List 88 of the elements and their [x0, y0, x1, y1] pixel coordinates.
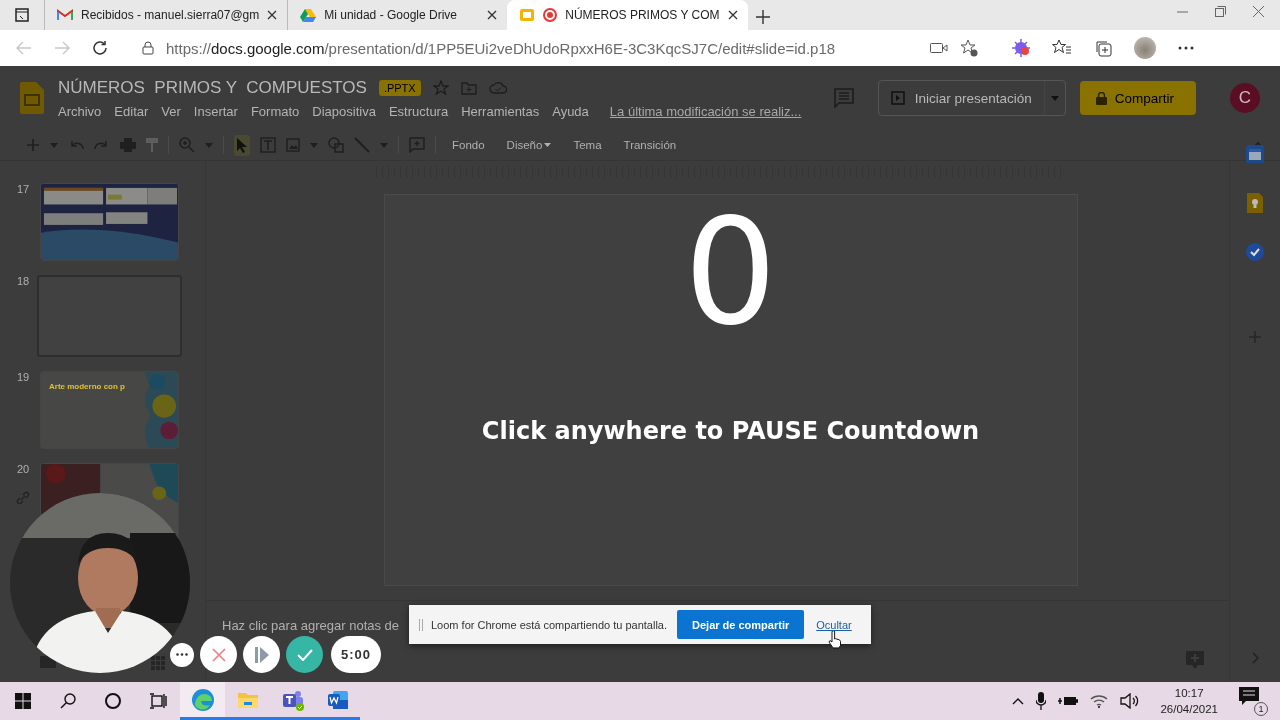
menu-item[interactable]: Estructura — [388, 103, 449, 119]
browser-tab[interactable]: NÚMEROS PRIMOS Y COM — [507, 0, 748, 30]
slide-thumbnail[interactable] — [40, 183, 179, 261]
volume-icon[interactable] — [1120, 693, 1141, 709]
pause-play-icon — [254, 646, 269, 663]
toolbar-button[interactable]: Tema — [567, 139, 608, 151]
taskbar-app[interactable] — [180, 682, 225, 720]
finish-recording-button[interactable] — [286, 636, 323, 673]
sharing-message: Loom for Chrome está compartiendo tu pantalla. — [431, 618, 668, 631]
restore-icon[interactable] — [1215, 5, 1226, 17]
tab-title: Recibidos - manuel.sierra07@gm — [81, 8, 260, 22]
close-icon[interactable] — [267, 10, 278, 20]
close-icon[interactable] — [727, 10, 738, 20]
menu-item[interactable]: Ayuda — [552, 103, 589, 119]
file-type-badge: .PPTX — [378, 79, 421, 96]
mail-icon — [57, 9, 73, 21]
keep-icon[interactable] — [1247, 193, 1263, 213]
cortana-icon[interactable] — [103, 692, 122, 710]
list-view-icon[interactable] — [40, 656, 56, 668]
close-icon — [211, 647, 226, 662]
slide-number: 18 — [16, 275, 30, 287]
favorites-icon[interactable] — [1052, 39, 1072, 57]
tab-title: Mi unidad - Google Drive — [324, 8, 458, 22]
notification-icon[interactable] — [1238, 686, 1260, 706]
notification-count: 1 — [1254, 702, 1268, 716]
more-icon[interactable] — [1178, 46, 1194, 50]
drive-icon — [300, 8, 317, 22]
more-options-button[interactable] — [170, 642, 194, 667]
video-icon[interactable] — [930, 42, 948, 54]
recording-timer: 5:00 — [331, 636, 382, 673]
slides-icon — [519, 7, 536, 23]
start-icon[interactable] — [14, 693, 31, 709]
menu-item[interactable]: Archivo — [58, 103, 102, 119]
toolbar-button[interactable]: Diseño — [500, 139, 558, 151]
slide-number: 19 — [16, 371, 30, 383]
tasks-icon[interactable] — [1246, 243, 1264, 261]
menu-item[interactable]: Diapositiva — [312, 103, 376, 119]
speaker-notes-placeholder[interactable]: Haz clic para agregar notas de — [222, 618, 400, 633]
lock-icon — [1095, 91, 1107, 105]
star-icon[interactable] — [432, 79, 449, 96]
link-icon — [16, 491, 30, 505]
account-avatar[interactable]: C — [1230, 83, 1260, 113]
menu-item[interactable]: Formato — [250, 103, 300, 119]
edge-icon[interactable] — [190, 687, 215, 712]
slide-number: 20 — [16, 463, 30, 475]
document-title[interactable]: NÚMEROS PRIMOS Y COMPUESTOS — [58, 77, 367, 98]
calendar-icon[interactable] — [1246, 145, 1264, 163]
system-clock[interactable]: 10:17 26/04/2021 — [1160, 685, 1218, 717]
window-menu-icon[interactable] — [15, 8, 29, 22]
close-icon[interactable] — [487, 10, 498, 20]
menu-item[interactable]: Insertar — [193, 103, 238, 119]
present-button[interactable]: Iniciar presentación — [877, 80, 1066, 116]
chevron-up-icon[interactable] — [1012, 697, 1025, 705]
search-icon[interactable] — [59, 693, 76, 709]
play-icon — [890, 91, 905, 105]
stop-sharing-button[interactable]: Dejar de compartir — [677, 610, 805, 639]
slide-number: 17 — [16, 183, 30, 195]
toolbar-button[interactable]: Transición — [617, 139, 683, 151]
hide-link[interactable]: Ocultar — [816, 618, 852, 631]
task-view-icon[interactable] — [148, 693, 167, 709]
lock-icon — [142, 41, 154, 55]
wifi-icon[interactable] — [1090, 694, 1109, 708]
countdown-message: Click anywhere to PAUSE Countdown — [481, 417, 980, 445]
collections-icon[interactable] — [1094, 39, 1112, 57]
battery-icon[interactable] — [1058, 694, 1079, 708]
menu-item[interactable]: Ver — [161, 103, 181, 119]
menu-item[interactable]: Editar — [114, 103, 149, 119]
toolbar-button[interactable]: Fondo — [446, 139, 491, 151]
share-button[interactable]: Compartir — [1079, 81, 1196, 115]
pause-recording-button[interactable] — [243, 636, 280, 673]
extension-icon[interactable] — [1012, 39, 1030, 57]
slide-canvas[interactable]: 0 Click anywhere to PAUSE Countdown — [383, 194, 1078, 586]
caret-icon — [1050, 95, 1059, 101]
star-add-icon[interactable] — [960, 39, 978, 57]
countdown-number: 0 — [684, 199, 777, 345]
profile-avatar[interactable] — [1134, 37, 1156, 59]
menu-item[interactable]: Herramientas — [461, 103, 540, 119]
microphone-icon[interactable] — [1036, 692, 1047, 710]
slide-thumbnail[interactable]: Arte moderno con p — [40, 371, 179, 449]
tab-title: NÚMEROS PRIMOS Y COM — [565, 8, 720, 22]
check-icon — [296, 648, 313, 661]
last-edit-link[interactable]: La última modificación se realiz... — [609, 103, 802, 119]
thumbnail-title: Arte moderno con p — [49, 382, 125, 391]
pointer-icon — [237, 137, 247, 153]
reload-icon[interactable] — [92, 40, 108, 56]
new-tab-icon[interactable] — [755, 10, 770, 24]
more-icon — [176, 653, 188, 656]
cancel-recording-button[interactable] — [200, 636, 237, 673]
